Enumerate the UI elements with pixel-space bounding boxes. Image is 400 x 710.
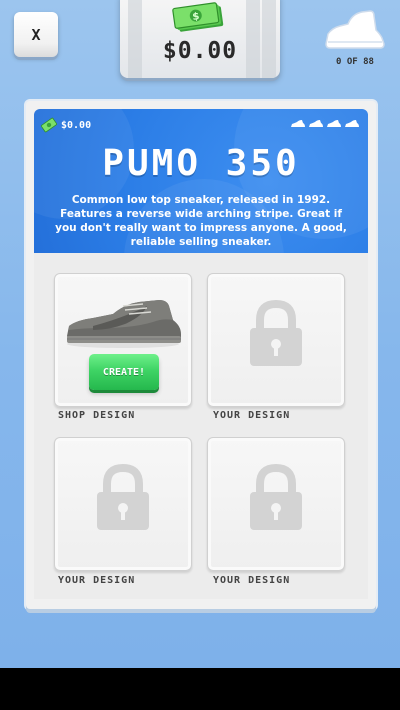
- rarity-indicator: [290, 119, 360, 129]
- tile-label: YOUR DESIGN: [213, 410, 291, 421]
- balance-amount: $0.00: [162, 38, 238, 64]
- locked-design-tile[interactable]: [207, 437, 345, 571]
- lock-icon: [250, 300, 302, 366]
- product-header: $0.00 PUMO 350 Common low top sneaker, r…: [34, 109, 368, 253]
- cash-icon: $: [172, 2, 224, 32]
- header-balance: $0.00: [61, 120, 92, 131]
- sneaker-detail-card: $0.00 PUMO 350 Common low top sneaker, r…: [26, 101, 376, 609]
- system-nav-bar: [0, 668, 400, 710]
- collection-count: 0 OF 88: [336, 57, 374, 67]
- sneaker-icon: [309, 120, 323, 127]
- lock-icon: [250, 464, 302, 530]
- locked-design-tile[interactable]: [207, 273, 345, 407]
- sneaker-collection-icon: [325, 10, 385, 49]
- shop-design-tile[interactable]: CREATE!: [54, 273, 192, 407]
- sneaker-image: [67, 300, 181, 348]
- product-description: Common low top sneaker, released in 1992…: [55, 194, 347, 248]
- sneaker-icon: [291, 120, 305, 127]
- tile-label: YOUR DESIGN: [58, 575, 136, 586]
- balance-panel: $ $0.00: [120, 0, 280, 78]
- product-name: PUMO 350: [102, 143, 300, 184]
- design-grid: CREATE! SHOP DESIGN YOUR DESIGN YOUR DES…: [34, 253, 368, 599]
- create-button[interactable]: CREATE!: [89, 354, 159, 390]
- sneaker-icon: [345, 120, 359, 127]
- cash-icon: [40, 117, 58, 133]
- close-button[interactable]: X: [14, 12, 58, 57]
- tile-label: YOUR DESIGN: [213, 575, 291, 586]
- tile-label: SHOP DESIGN: [58, 410, 136, 421]
- lock-icon: [97, 464, 149, 530]
- sneaker-icon: [327, 120, 341, 127]
- locked-design-tile[interactable]: [54, 437, 192, 571]
